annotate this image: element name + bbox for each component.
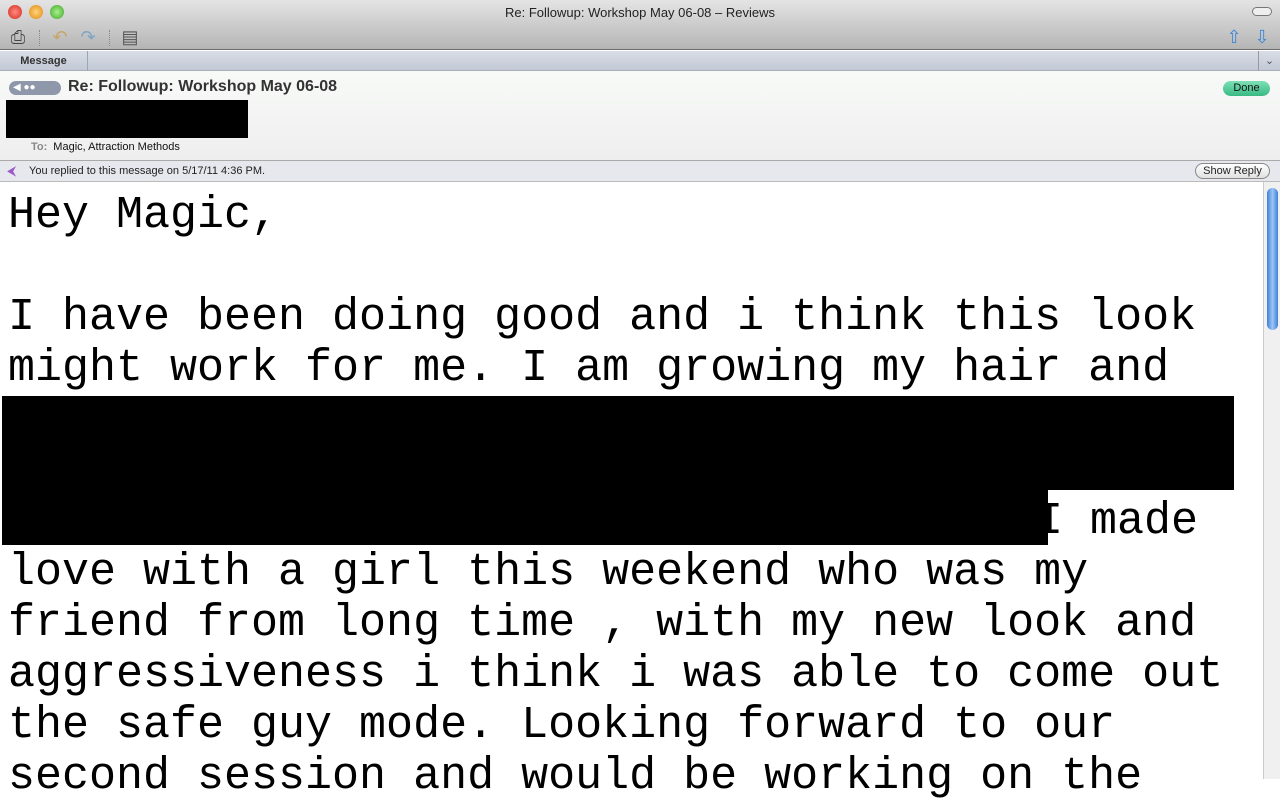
done-button[interactable]: Done <box>1223 81 1270 96</box>
body-line: might work for me. I am growing my hair … <box>8 343 1170 394</box>
message-subject: Re: Followup: Workshop May 06-08 <box>68 78 338 95</box>
show-reply-button[interactable]: Show Reply <box>1195 163 1270 179</box>
body-line: aggressiveness i think i was able to com… <box>8 649 1224 700</box>
to-label: To: <box>31 141 48 153</box>
body-line: Hey Magic, <box>8 190 279 241</box>
reply-status-bar: ⮜ You replied to this message on 5/17/11… <box>0 161 1280 182</box>
message-header: ◀ ●● Re: Followup: Workshop May 06-08 To… <box>0 71 1280 161</box>
toolbar-toggle-button[interactable] <box>1252 7 1272 16</box>
body-line: the safe guy mode. Looking forward to ou… <box>8 700 1116 751</box>
redacted-sender <box>6 100 248 138</box>
separator <box>39 30 40 46</box>
body-line: love with a girl this weekend who was my <box>8 547 1089 598</box>
chevron-down-icon[interactable]: ⌄ <box>1258 51 1280 71</box>
window-title: Re: Followup: Workshop May 06-08 – Revie… <box>505 5 775 20</box>
thread-nav-button[interactable]: ◀ ●● <box>9 81 61 95</box>
redacted-text <box>2 396 1234 490</box>
redo-icon[interactable]: ↷ <box>78 27 98 47</box>
title-bar: Re: Followup: Workshop May 06-08 – Revie… <box>0 0 1280 50</box>
next-message-icon[interactable]: ⇩ <box>1252 27 1272 47</box>
undo-icon[interactable]: ↶ <box>50 27 70 47</box>
to-value: Magic, Attraction Methods <box>53 141 180 153</box>
previous-message-icon[interactable]: ⇧ <box>1224 27 1244 47</box>
speech-bubbles-icon: ●● <box>23 82 36 93</box>
body-line <box>8 241 1258 292</box>
vertical-scrollbar[interactable] <box>1263 182 1280 779</box>
body-line: second session and would be working on t… <box>8 751 1143 802</box>
body-line: friend from long time , with my new look… <box>8 598 1197 649</box>
tab-message[interactable]: Message <box>0 51 88 71</box>
back-arrow-icon: ◀ <box>13 82 21 93</box>
reply-arrow-icon: ⮜ <box>7 163 17 178</box>
scrollbar-thumb[interactable] <box>1267 188 1278 330</box>
tab-bar: Message ⌄ <box>0 51 1280 71</box>
redacted-text <box>2 489 1048 545</box>
reply-status-text: You replied to this message on 5/17/11 4… <box>29 165 266 177</box>
body-line: I have been doing good and i think this … <box>8 292 1197 343</box>
layout-icon[interactable]: ▤ <box>120 27 140 47</box>
separator <box>109 30 110 46</box>
print-icon[interactable]: ⎙ <box>8 27 28 47</box>
to-field: To: Magic, Attraction Methods <box>31 141 180 153</box>
